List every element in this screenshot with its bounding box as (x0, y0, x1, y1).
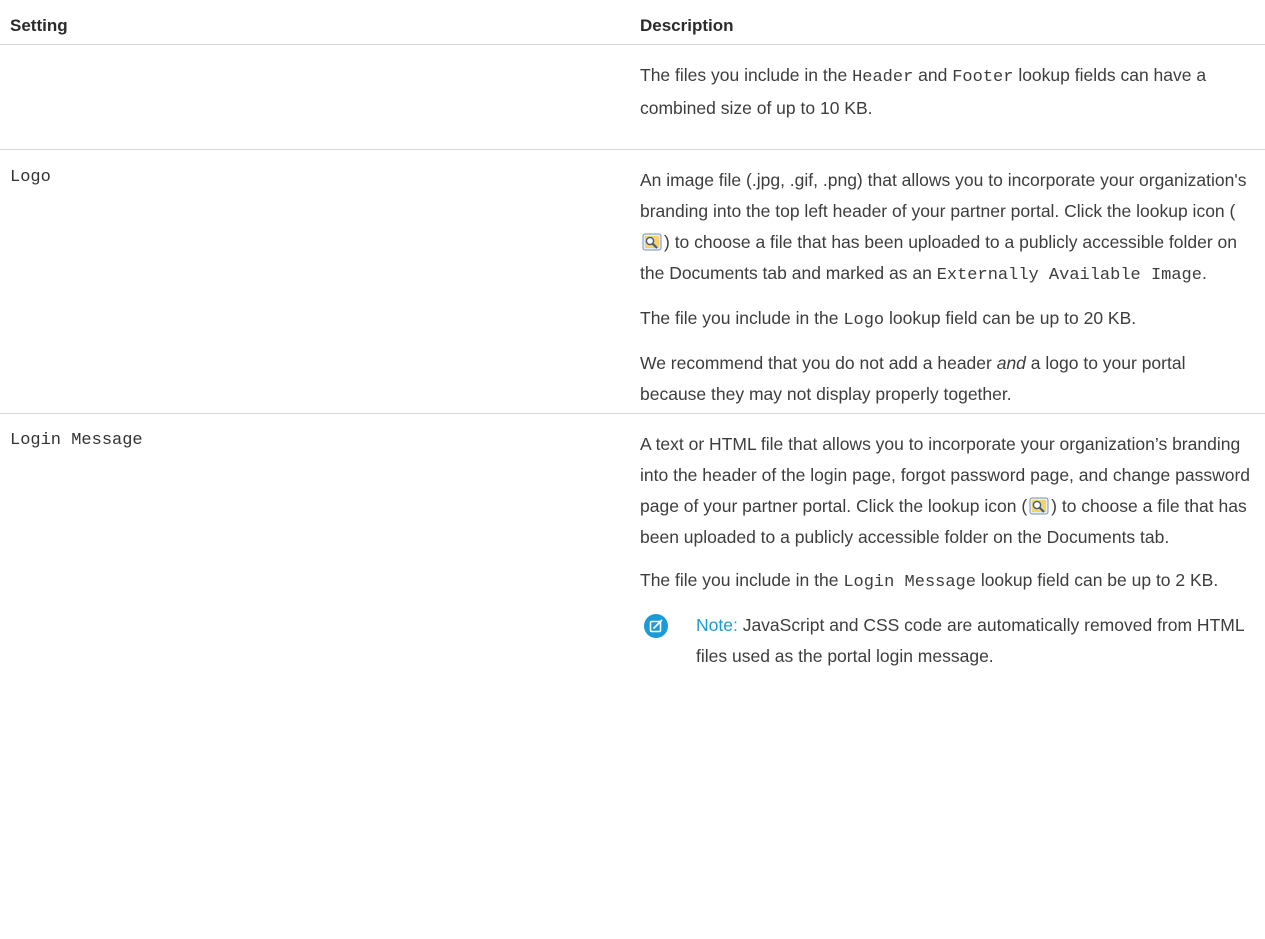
note-edit-icon (644, 614, 668, 638)
setting-name-login-message: Login Message (10, 431, 143, 450)
note-text: JavaScript and CSS code are automaticall… (696, 615, 1244, 666)
description-cell: The files you include in the Header and … (640, 60, 1255, 136)
description-paragraph: An image file (.jpg, .gif, .png) that al… (640, 170, 1247, 285)
code-text: Login Message (843, 573, 976, 592)
description-paragraph: The file you include in the Login Messag… (640, 570, 1219, 592)
description-cell: An image file (.jpg, .gif, .png) that al… (640, 165, 1255, 422)
setting-column-header: Setting (10, 16, 68, 35)
description-paragraph: A text or HTML file that allows you to i… (640, 434, 1251, 547)
settings-table: Setting Description The files you includ… (0, 0, 1265, 814)
note-callout: Note: JavaScript and CSS code are automa… (640, 610, 1255, 672)
table-header-row: Setting Description (0, 0, 1265, 45)
description-cell: A text or HTML file that allows you to i… (640, 429, 1255, 672)
setting-name-logo: Logo (10, 168, 51, 187)
code-text: Footer (952, 68, 1014, 87)
description-paragraph: We recommend that you do not add a heade… (640, 353, 1186, 404)
code-text: Header (852, 68, 914, 87)
description-paragraph: The files you include in the Header and … (640, 65, 1207, 118)
table-row-logo: Logo An image file (.jpg, .gif, .png) th… (0, 150, 1265, 414)
table-row: The files you include in the Header and … (0, 45, 1265, 150)
code-text: Logo (843, 311, 885, 330)
description-paragraph: The file you include in the Logo lookup … (640, 308, 1137, 330)
note-label: Note: (696, 615, 738, 635)
code-text: Externally Available Image (936, 266, 1202, 285)
description-column-header: Description (640, 16, 734, 35)
lookup-icon (642, 233, 662, 251)
table-row-login-message: Login Message A text or HTML file that a… (0, 414, 1265, 814)
lookup-icon (1029, 497, 1049, 515)
